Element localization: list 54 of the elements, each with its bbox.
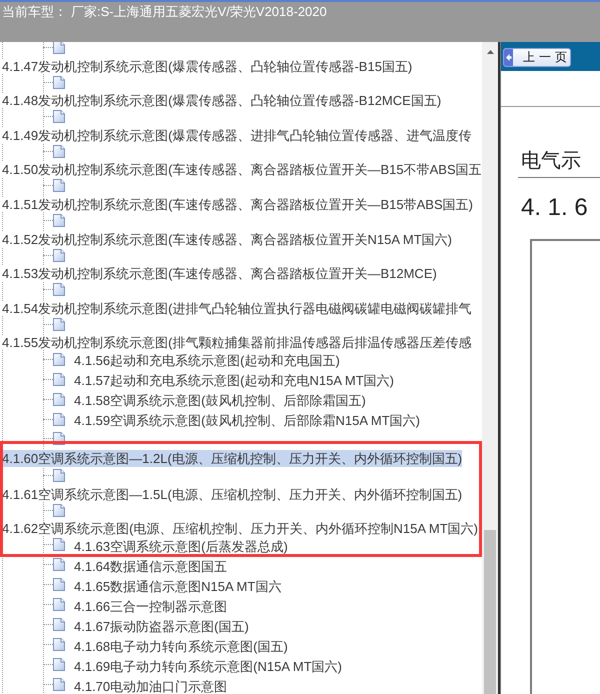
tree-item[interactable]: 4.1.63空调系统示意图(后蒸发器总成) <box>74 538 288 554</box>
tree-item[interactable]: 4.1.69电子动力转向系统示意图(N15A MT国六) <box>74 658 342 674</box>
tree-item[interactable]: 4.1.61空调系统示意图—1.5L(电源、压缩机控制、压力开关、内外循环控制国五) <box>2 486 462 502</box>
document-icon <box>53 468 65 482</box>
document-icon <box>53 538 65 552</box>
document-icon <box>53 179 65 192</box>
tree-item[interactable]: 4.1.57起动和充电系统示意图(起动和充电N15A MT国六) <box>74 372 394 388</box>
document-icon <box>53 412 65 426</box>
scrollbar[interactable] <box>482 42 498 694</box>
tree-item[interactable]: 4.1.47发动机控制系统示意图(爆震传感器、凸轮轴位置传感器-B15国五) <box>2 58 412 74</box>
tree-item[interactable]: 4.1.51发动机控制系统示意图(车速传感器、离合器踏板位置开关—B15带ABS国五) <box>2 196 473 212</box>
document-icon <box>53 598 65 612</box>
tree-item[interactable]: 4.1.70电动加油口门示意图 <box>74 678 228 694</box>
document-icon <box>53 618 65 632</box>
document-icon <box>53 248 65 262</box>
up-arrow-icon[interactable] <box>486 50 494 54</box>
document-icon <box>53 504 65 517</box>
document-heading: 电气示 <box>521 149 581 173</box>
tree-item[interactable]: 4.1.65数据通信示意图N15A MT国六 <box>74 578 282 594</box>
tree-item[interactable]: 4.1.67振动防盗器示意图(国五) <box>74 618 249 634</box>
tree-item[interactable]: 4.1.64数据通信示意图国五 <box>74 558 228 574</box>
tree-item[interactable]: 4.1.68电子动力转向系统示意图(国五) <box>74 638 288 654</box>
document-icon <box>53 318 65 331</box>
tree-item[interactable]: 4.1.56起动和充电系统示意图(起动和充电国五) <box>74 352 340 368</box>
section-number: 4. 1. 6 <box>521 194 588 222</box>
document-icon <box>53 372 65 386</box>
model-value: 厂家:S-上海通用五菱宏光V/荣光V2018-2020 <box>71 4 327 20</box>
tree-item[interactable]: 4.1.50发动机控制系统示意图(车速传感器、离合器踏板位置开关—B15不带ABS国五 <box>2 162 482 178</box>
document-icon <box>53 352 65 366</box>
tree-item[interactable]: 4.1.52发动机控制系统示意图(车速传感器、离合器踏板位置开关N15A MT国六) <box>2 232 452 247</box>
tree-item[interactable]: 4.1.66三合一控制器示意图 <box>74 598 228 614</box>
document-icon <box>53 558 65 572</box>
document-icon <box>53 214 65 227</box>
document-icon <box>53 392 65 406</box>
document-icon <box>53 638 65 652</box>
document-icon <box>53 658 65 672</box>
previous-page-button[interactable]: 上一页 <box>503 48 571 67</box>
tree-item[interactable]: 4.1.49发动机控制系统示意图(爆震传感器、进排气凸轮轴位置传感器、进气温度传 <box>2 128 472 143</box>
tree-item[interactable]: 4.1.55发动机控制系统示意图(排气颗粒捕集器前排温传感器后排温传感器压差传感 <box>2 335 472 350</box>
tree-item[interactable]: 4.1.58空调系统示意图(鼓风机控制、后部除霜国五) <box>74 392 366 408</box>
scrollbar-thumb[interactable] <box>484 530 496 694</box>
document-icon <box>53 110 65 124</box>
tree-item[interactable]: 4.1.62空调系统示意图(电源、压缩机控制、压力开关、内外循环控制N15A MT国六) <box>2 521 478 536</box>
document-icon <box>53 678 65 692</box>
document-icon <box>53 144 65 158</box>
tree-item[interactable]: 4.1.59空调系统示意图(鼓风机控制、后部除霜N15A MT国六) <box>74 412 420 428</box>
tree-item[interactable]: 4.1.60空调系统示意图—1.2L(电源、压缩机控制、压力开关、内外循环控制国五) <box>2 450 462 467</box>
tree-item[interactable]: 4.1.48发动机控制系统示意图(爆震传感器、凸轮轴位置传感器-B12MCE国五) <box>2 93 442 108</box>
model-label: 当前车型： <box>2 4 67 20</box>
document-icon <box>53 76 65 89</box>
document-icon <box>53 283 65 296</box>
document-icon <box>53 578 65 592</box>
tree-item[interactable]: 4.1.53发动机控制系统示意图(车速传感器、离合器踏板位置开关—B12MCE) <box>2 266 437 282</box>
tree-item[interactable]: 4.1.54发动机控制系统示意图(进排气凸轮轴位置执行器电磁阀碳罐电磁阀碳罐排气 <box>2 300 472 316</box>
